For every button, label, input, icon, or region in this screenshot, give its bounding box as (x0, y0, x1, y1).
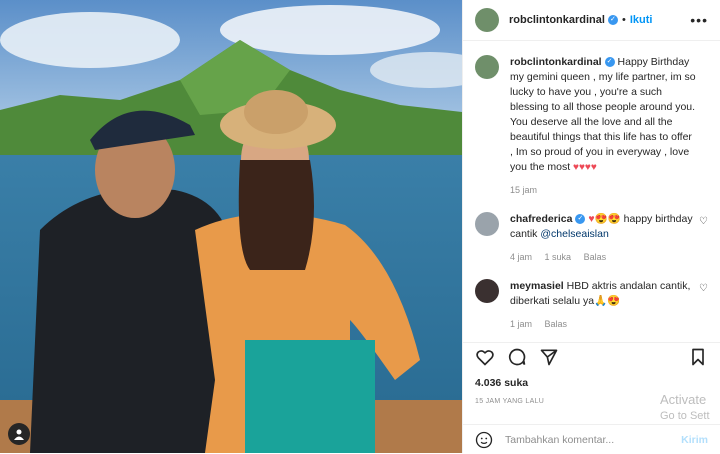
author-username[interactable]: robclintonkardinal (509, 14, 605, 26)
comment-emojis: ♥😍😍 (588, 213, 621, 225)
comment-username[interactable]: chafrederica (510, 213, 572, 225)
comment-avatar[interactable] (475, 212, 499, 236)
post-header: robclintonkardinal ✓ • Ikuti ••• (463, 0, 720, 41)
caption-hearts: ♥♥♥♥ (573, 162, 597, 173)
post-time[interactable]: 15 JAM YANG LALU (475, 398, 544, 405)
author-avatar[interactable] (475, 8, 499, 32)
add-comment-bar: Tambahkan komentar... Kirim (463, 424, 720, 454)
verified-icon: ✓ (607, 15, 618, 25)
like-comment-icon[interactable]: ♡ (699, 281, 708, 296)
follow-button[interactable]: Ikuti (630, 14, 653, 26)
comment-emojis: 🙏😍 (594, 295, 621, 307)
post-photo[interactable] (0, 0, 462, 453)
caption: robclintonkardinal ✓ Happy Birthday my ge… (475, 55, 708, 198)
reply-button[interactable]: Balas (584, 252, 607, 262)
likes-count[interactable]: 4.036 suka (475, 377, 528, 389)
save-icon[interactable] (688, 347, 708, 367)
reply-button[interactable]: Balas (545, 319, 568, 329)
comment-input[interactable]: Tambahkan komentar... (505, 434, 614, 446)
caption-username[interactable]: robclintonkardinal (510, 56, 602, 68)
like-comment-icon[interactable]: ♡ (699, 214, 708, 229)
comment-avatar[interactable] (475, 279, 499, 303)
separator-dot: • (621, 14, 626, 26)
action-bar (463, 342, 720, 371)
comment-mention[interactable]: @chelseaislan (540, 228, 608, 240)
comment-item: chafrederica ✓ ♥😍😍 happy birthday cantik … (475, 212, 708, 265)
more-icon[interactable]: ••• (690, 12, 708, 28)
caption-time[interactable]: 15 jam (510, 185, 537, 195)
post-panel: robclintonkardinal ✓ • Ikuti ••• robclin… (462, 0, 720, 453)
verified-icon: ✓ (575, 214, 586, 225)
comment-icon[interactable] (507, 347, 527, 367)
caption-avatar[interactable] (475, 55, 499, 79)
emoji-icon[interactable] (475, 431, 493, 449)
tagged-users-icon[interactable] (8, 423, 30, 445)
activate-windows-watermark: Activate Go to Sett (660, 392, 720, 424)
comments-list: robclintonkardinal ✓ Happy Birthday my ge… (463, 41, 720, 341)
comment-username[interactable]: meymasiel (510, 280, 564, 292)
verified-icon: ✓ (604, 57, 615, 68)
post-comment-button[interactable]: Kirim (681, 434, 708, 446)
comment-item: meymasiel HBD aktris andalan cantik, dib… (475, 279, 708, 332)
watermark-line1: Activate (660, 392, 707, 407)
photo-illustration (0, 0, 462, 453)
comment-likes[interactable]: 1 suka (545, 252, 572, 262)
share-icon[interactable] (539, 347, 559, 367)
comment-time[interactable]: 1 jam (510, 319, 532, 329)
watermark-line2: Go to Sett (660, 410, 710, 422)
comment-time[interactable]: 4 jam (510, 252, 532, 262)
caption-text: Happy Birthday my gemini queen , my life… (510, 56, 696, 173)
like-icon[interactable] (475, 347, 495, 367)
